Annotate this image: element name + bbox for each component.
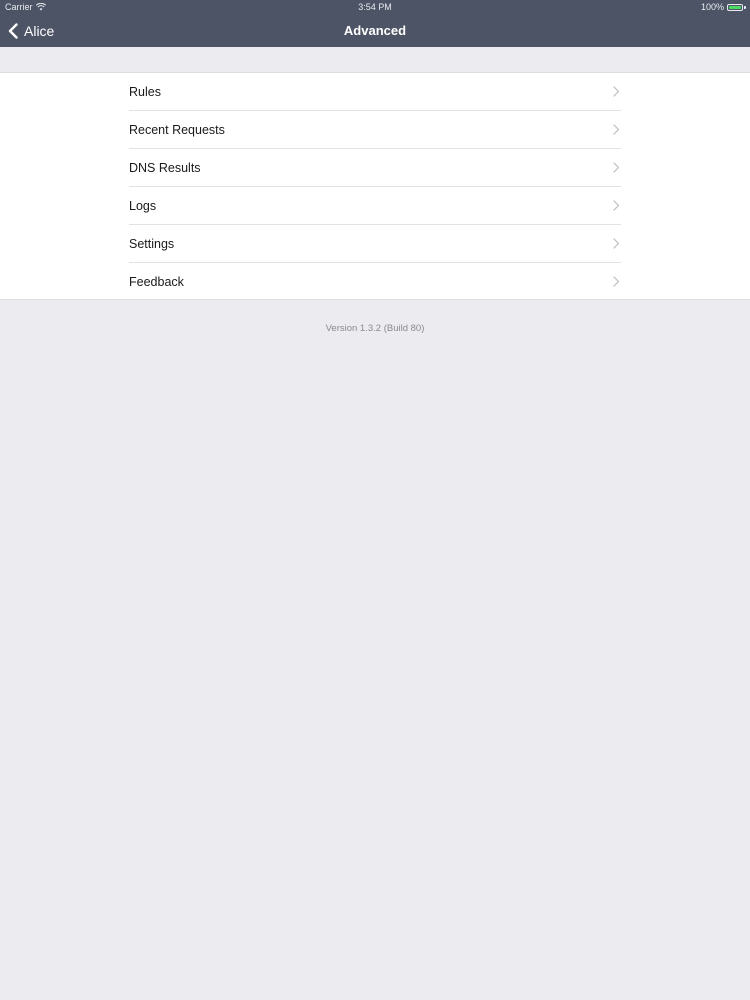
chevron-right-icon xyxy=(613,276,620,287)
navigation-bar: Alice Advanced xyxy=(0,14,750,47)
page-title: Advanced xyxy=(343,23,407,38)
menu-item-feedback[interactable]: Feedback xyxy=(129,263,621,301)
menu-item-label: Rules xyxy=(129,85,161,99)
battery-percent: 100% xyxy=(700,2,724,12)
menu-item-dns-results[interactable]: DNS Results xyxy=(129,149,621,187)
chevron-right-icon xyxy=(613,86,620,97)
battery-icon xyxy=(727,3,743,11)
battery-fill xyxy=(729,5,741,9)
menu-item-label: Feedback xyxy=(129,275,184,289)
menu-item-label: Settings xyxy=(129,237,175,251)
menu-item-settings[interactable]: Settings xyxy=(129,225,621,263)
chevron-right-icon xyxy=(613,124,620,135)
status-time: 3:54 PM xyxy=(358,2,392,12)
chevron-right-icon xyxy=(613,162,620,173)
menu-item-label: Recent Requests xyxy=(129,123,225,137)
menu-list: Rules Recent Requests DNS Results Logs S… xyxy=(0,72,750,300)
menu-item-recent-requests[interactable]: Recent Requests xyxy=(129,111,621,149)
menu-item-label: DNS Results xyxy=(129,161,201,175)
chevron-right-icon xyxy=(613,238,620,249)
top-bar: Carrier 3:54 PM 100% Alice Advanced xyxy=(0,0,750,47)
chevron-right-icon xyxy=(613,200,620,211)
status-bar: Carrier 3:54 PM 100% xyxy=(0,0,750,14)
menu-item-logs[interactable]: Logs xyxy=(129,187,621,225)
version-label: Version 1.3.2 (Build 80) xyxy=(325,323,425,334)
menu-item-rules[interactable]: Rules xyxy=(129,73,621,111)
battery-tip xyxy=(744,5,746,9)
status-battery: 100% xyxy=(701,0,746,14)
menu-item-label: Logs xyxy=(129,199,157,213)
